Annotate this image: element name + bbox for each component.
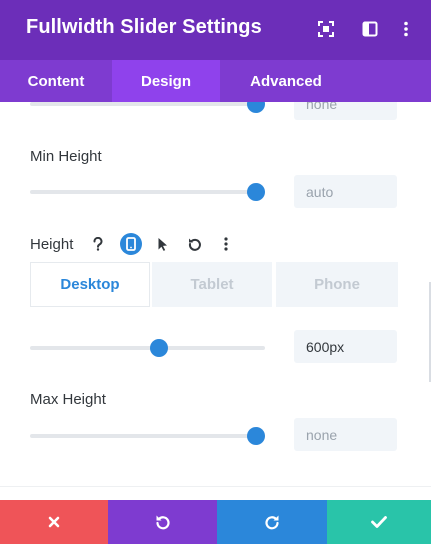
more-vertical-icon[interactable] [395,18,417,40]
height-slider-thumb[interactable] [150,339,168,357]
undo-icon [155,515,170,530]
height-input[interactable]: 600px [294,330,397,363]
cursor-hover-icon[interactable] [152,233,174,255]
min-height-input[interactable]: auto [294,175,397,208]
min-height-label: Min Height [30,148,102,165]
modal-title: Fullwidth Slider Settings [26,16,262,38]
max-height-input[interactable]: none [294,418,397,451]
close-icon [48,516,60,528]
footer-divider [0,486,431,487]
partial-slider-thumb[interactable] [247,102,265,113]
redo-button[interactable] [217,500,327,544]
tab-advanced[interactable]: Advanced [220,60,352,102]
tab-content[interactable]: Content [0,60,112,102]
max-height-label: Max Height [30,391,106,408]
min-height-slider-thumb[interactable] [247,183,265,201]
height-slider-track[interactable] [30,346,265,350]
height-label: Height [30,236,74,253]
settings-content: none Min Height auto Height Desktop Tabl… [0,102,431,486]
mobile-responsive-icon[interactable] [120,233,142,255]
action-footer [0,500,431,544]
tab-design[interactable]: Design [112,60,220,102]
save-button[interactable] [327,500,431,544]
settings-tabs: Content Design Advanced [0,60,431,102]
max-height-slider-thumb[interactable] [247,427,265,445]
field-more-icon[interactable] [215,233,237,255]
help-icon[interactable] [87,233,109,255]
max-height-slider-track[interactable] [30,434,265,438]
redo-icon [265,515,279,530]
reset-icon[interactable] [184,233,206,255]
device-tab-tablet[interactable]: Tablet [152,262,272,307]
device-tab-phone[interactable]: Phone [276,262,398,307]
min-height-slider-track[interactable] [30,190,265,194]
device-tabs: Desktop Tablet Phone [30,262,398,307]
partial-value-input[interactable]: none [294,102,397,120]
settings-header: Fullwidth Slider Settings [0,0,431,60]
cancel-button[interactable] [0,500,108,544]
check-icon [371,516,387,528]
device-tab-desktop[interactable]: Desktop [30,262,150,307]
partial-slider-track[interactable] [30,102,265,106]
sidebar-toggle-icon[interactable] [359,18,381,40]
expand-icon[interactable] [315,18,337,40]
undo-button[interactable] [108,500,217,544]
